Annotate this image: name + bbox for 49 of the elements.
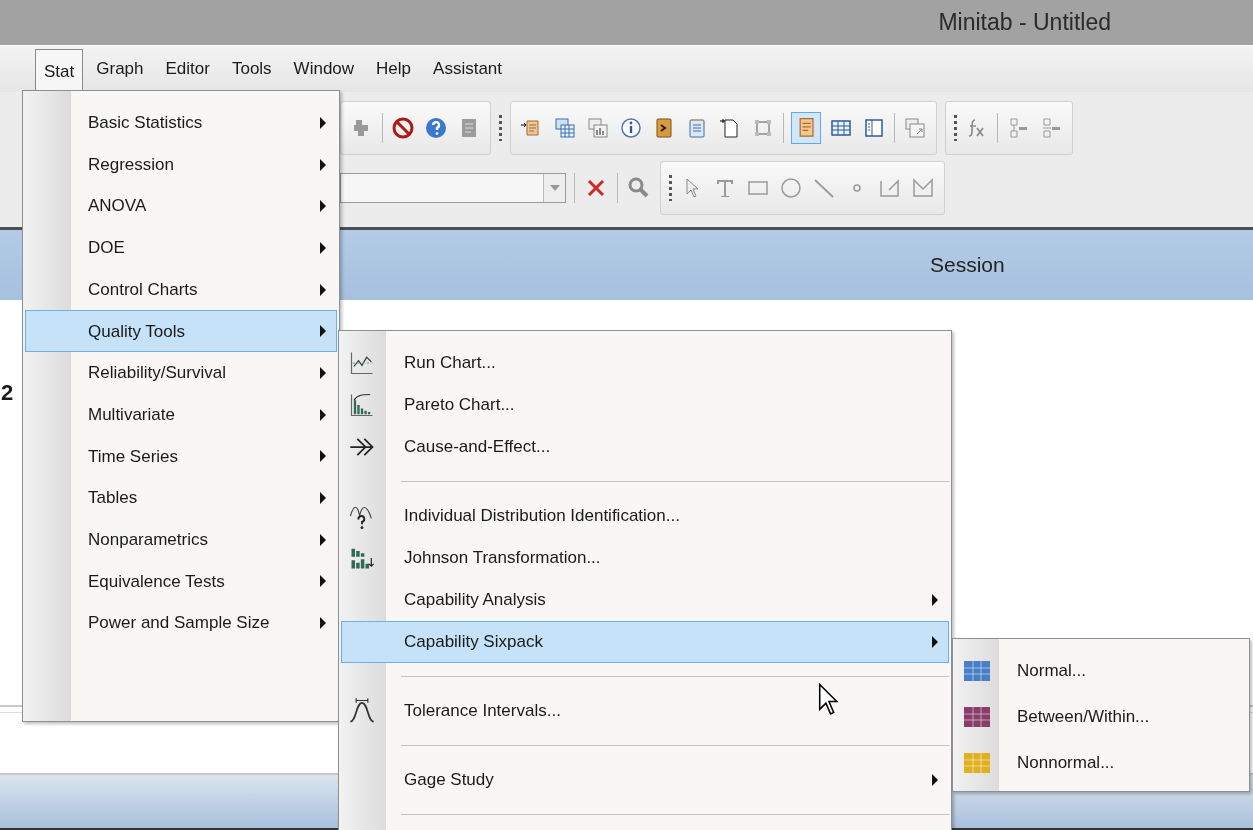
menu-item[interactable]: Cause-and-Effect...	[341, 426, 949, 468]
menu-item[interactable]: Help	[367, 51, 421, 87]
toolbar-grip-icon	[954, 115, 957, 141]
stop-icon[interactable]	[390, 115, 416, 141]
session-title: Session	[930, 252, 1005, 279]
menu-item[interactable]: Editor	[156, 51, 219, 87]
menu-item[interactable]: Between/Within...	[955, 694, 1247, 740]
menu-item[interactable]: Pareto Chart...	[341, 384, 949, 426]
menu-item[interactable]: Graph	[87, 51, 153, 87]
menu-item[interactable]: Tools	[222, 51, 281, 87]
menu-item[interactable]: Control Charts	[25, 268, 337, 311]
windows-icon[interactable]	[902, 115, 928, 141]
menu-item[interactable]: Gage Study	[341, 759, 949, 801]
bell-curve-icon	[348, 697, 376, 725]
menu-item[interactable]: Individual Distribution Identification...	[341, 495, 949, 537]
pareto-chart-icon	[348, 391, 376, 419]
menu-item[interactable]: Time Series	[25, 435, 337, 478]
menu-item[interactable]: Run Chart...	[341, 342, 949, 384]
help-icon[interactable]	[423, 115, 449, 141]
toolbar-grip-icon	[499, 115, 502, 141]
menu-item[interactable]: Nonparametrics	[25, 518, 337, 561]
circle-icon[interactable]	[778, 175, 804, 201]
table-stack-icon[interactable]	[585, 115, 611, 141]
menu-item[interactable]: Regression	[25, 143, 337, 186]
dropdown-field[interactable]	[340, 173, 566, 203]
menu-item[interactable]: Tolerance Intervals...	[341, 690, 949, 732]
menu-item[interactable]: Equivalence Tests	[25, 560, 337, 603]
toolbar-grip-icon	[669, 175, 672, 201]
menu-item[interactable]: DOE	[25, 227, 337, 269]
scroll-icon[interactable]	[791, 112, 821, 144]
cursor-icon	[818, 683, 840, 717]
menu-item[interactable]: Capability Sixpack	[341, 621, 949, 663]
session-text: 2	[1, 379, 14, 407]
menu-item[interactable]: Assistant	[424, 51, 512, 87]
table-stack-icon[interactable]	[552, 115, 578, 141]
menu-item[interactable]: Quality Tools	[25, 310, 337, 353]
menu-item[interactable]: Power and Sample Size	[25, 602, 337, 644]
menu-item[interactable]: Reliability/Survival	[25, 352, 337, 394]
info-icon[interactable]	[618, 115, 644, 141]
menu-item[interactable]: Tables	[25, 477, 337, 519]
menu-item[interactable]: Basic Statistics	[25, 102, 337, 144]
menu-item[interactable]: Normal...	[955, 648, 1247, 694]
menu-item[interactable]: Multivariate	[25, 393, 337, 436]
menu-item[interactable]: Capability Analysis	[341, 579, 949, 621]
menu-item[interactable]: Johnson Transformation...	[341, 537, 949, 579]
menu-item[interactable]: Nonnormal...	[955, 740, 1247, 786]
window-title: Minitab - Untitled	[938, 8, 1111, 38]
menu-item[interactable]: Window	[284, 51, 364, 87]
menu-item[interactable]: ANOVA	[25, 185, 337, 228]
